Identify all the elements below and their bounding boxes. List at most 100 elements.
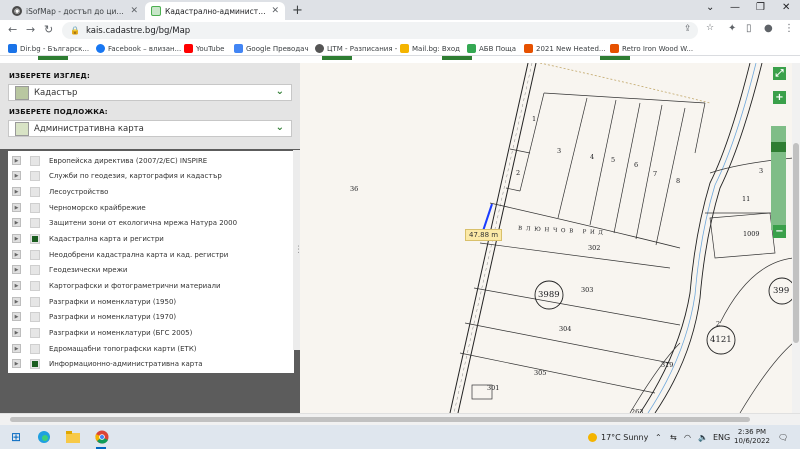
expand-icon[interactable]: ▶ — [12, 234, 21, 243]
file-explorer-icon[interactable] — [65, 429, 81, 445]
network-icon[interactable]: ⇆ — [670, 425, 677, 449]
back-icon[interactable]: ← — [8, 23, 17, 36]
reload-icon[interactable]: ↻ — [44, 23, 53, 36]
expand-icon[interactable]: ▶ — [12, 171, 21, 180]
chevron-down-icon[interactable]: ⌄ — [276, 86, 284, 97]
layer-checkbox[interactable] — [30, 186, 40, 197]
map-view[interactable]: 36 1 2 3 4 5 6 7 8 302 303 304 305 301 2… — [300, 63, 793, 413]
weather-widget[interactable]: 17°C Sunny — [588, 425, 648, 449]
layer-item[interactable]: ▶ Геодезически мрежи — [8, 262, 294, 277]
view-select[interactable]: Кадастър ⌄ — [8, 84, 292, 101]
menu-icon[interactable]: ⋮ — [784, 23, 794, 34]
expand-icon[interactable]: ▶ — [12, 156, 21, 165]
bookmark-item[interactable]: YouTube — [184, 42, 224, 55]
zoom-out-button[interactable]: − — [773, 225, 786, 238]
shop-icon — [610, 44, 619, 53]
chevron-down-icon[interactable]: ⌄ — [276, 122, 284, 133]
expand-icon[interactable]: ▶ — [12, 328, 21, 337]
layer-checkbox[interactable] — [30, 327, 40, 338]
layer-item[interactable]: ▶ Картографски и фотограметрични материал… — [8, 278, 294, 293]
profile-avatar-icon[interactable]: ● — [764, 23, 773, 34]
layer-checkbox[interactable] — [30, 170, 40, 181]
expand-icon[interactable]: ▶ — [12, 265, 21, 274]
layer-item[interactable]: ▶ Служби по геодезия, картография и кадас… — [8, 168, 294, 183]
bookmark-item[interactable]: ЦТМ - Разписания - — [315, 42, 397, 55]
vertical-scrollbar[interactable] — [792, 63, 800, 413]
expand-icon[interactable]: ▶ — [12, 250, 21, 259]
zoom-in-button[interactable]: + — [773, 91, 786, 104]
close-icon[interactable]: ✕ — [271, 6, 279, 16]
language-indicator[interactable]: ENG — [713, 425, 730, 449]
forward-icon[interactable]: → — [26, 23, 35, 36]
layer-checkbox[interactable] — [30, 280, 40, 291]
layer-item[interactable]: ▶ Разграфки и номенклатури (БГС 2005) — [8, 325, 294, 340]
expand-icon[interactable]: ▶ — [12, 312, 21, 321]
panel-splitter[interactable]: ⋮ — [293, 150, 303, 350]
bookmark-item[interactable]: АБВ Поща — [467, 42, 516, 55]
bookmark-item[interactable]: Dir.bg - Българск... — [8, 42, 89, 55]
tab-isofmap[interactable]: ◉ iSofMap - достъп до цифрови д ✕ — [6, 2, 144, 20]
layer-item[interactable]: ▶ Информационно-административна карта — [8, 356, 294, 371]
layer-checkbox[interactable] — [30, 264, 40, 275]
tray-overflow-icon[interactable]: ⌃ — [655, 425, 662, 449]
layer-checkbox[interactable] — [30, 202, 40, 213]
tab-search-icon[interactable]: ⌄ — [706, 2, 714, 13]
notifications-icon[interactable]: 🗨 — [778, 425, 788, 449]
expand-icon[interactable]: ▶ — [12, 359, 21, 368]
horizontal-scrollbar[interactable] — [0, 413, 800, 425]
volume-icon[interactable]: 🔈 — [698, 425, 708, 449]
start-icon[interactable]: ⊞ — [8, 429, 24, 445]
edge-icon[interactable] — [36, 429, 52, 445]
bookmark-item[interactable]: Retro Iron Wood W... — [610, 42, 693, 55]
expand-icon[interactable]: ▶ — [12, 218, 21, 227]
window-close-icon[interactable]: ✕ — [782, 2, 790, 13]
fullscreen-icon[interactable]: ⤢ — [773, 67, 786, 80]
wifi-icon[interactable]: ◠ — [684, 425, 691, 449]
expand-icon[interactable]: ▶ — [12, 203, 21, 212]
layer-item[interactable]: ▶ Разграфки и номенклатури (1970) — [8, 309, 294, 324]
share-icon[interactable]: ⇪ — [684, 24, 692, 34]
clock[interactable]: 2:36 PM 10/6/2022 — [730, 428, 774, 446]
expand-icon[interactable]: ▶ — [12, 344, 21, 353]
scrollbar-thumb[interactable] — [10, 417, 750, 422]
layer-item[interactable]: ▶ Лесоустройство — [8, 184, 294, 199]
layer-item[interactable]: ▶ Неодобрени кадастрална карта и кад. рег… — [8, 247, 294, 262]
layer-checkbox[interactable] — [30, 217, 40, 228]
scrollbar-thumb[interactable] — [793, 143, 799, 343]
base-layer-select[interactable]: Административна карта ⌄ — [8, 120, 292, 137]
bookmark-star-icon[interactable]: ☆ — [706, 23, 714, 33]
minimize-icon[interactable]: — — [730, 2, 740, 13]
side-panel-icon[interactable]: ▯ — [746, 23, 752, 34]
layer-item[interactable]: ▶ Черноморско крайбрежие — [8, 200, 294, 215]
bookmark-label: ЦТМ - Разписания - — [327, 44, 398, 53]
zoom-slider-thumb[interactable] — [771, 142, 786, 152]
layer-checkbox[interactable] — [30, 296, 40, 307]
layer-item[interactable]: ▶ Разграфки и номенклатури (1950) — [8, 294, 294, 309]
restore-icon[interactable]: ❐ — [756, 2, 765, 13]
layer-checkbox[interactable] — [30, 343, 40, 354]
layer-item[interactable]: ▶ Кадастрална карта и регистри — [8, 231, 294, 246]
map-favicon-icon — [151, 6, 161, 16]
expand-icon[interactable]: ▶ — [12, 281, 21, 290]
layer-item[interactable]: ▶ Едромащабни топографски карти (ЕТК) — [8, 341, 294, 356]
layer-checkbox[interactable] — [30, 358, 40, 369]
layer-checkbox[interactable] — [30, 311, 40, 322]
address-bar[interactable]: 🔒 kais.cadastre.bg/bg/Map ⇪ ☆ — [62, 22, 714, 39]
new-tab-icon[interactable]: + — [292, 3, 303, 18]
expand-icon[interactable]: ▶ — [12, 187, 21, 196]
bookmark-item[interactable]: Facebook – влизан... — [96, 42, 181, 55]
layer-checkbox[interactable] — [30, 233, 40, 244]
layer-item[interactable]: ▶ Европейска директива (2007/2/EC) INSPIR… — [8, 153, 294, 168]
layer-item[interactable]: ▶ Защитени зони от екологична мрежа Натур… — [8, 215, 294, 230]
bookmark-item[interactable]: Mail.bg: Вход — [400, 42, 460, 55]
extensions-icon[interactable]: ✦ — [728, 23, 736, 34]
tab-kais[interactable]: Кадастрално-административна ✕ — [145, 2, 285, 20]
close-icon[interactable]: ✕ — [130, 6, 138, 16]
view-label: ИЗБЕРЕТЕ ИЗГЛЕД: — [9, 72, 90, 80]
chrome-icon[interactable] — [94, 429, 110, 445]
bookmark-item[interactable]: Google Преводач — [234, 42, 309, 55]
expand-icon[interactable]: ▶ — [12, 297, 21, 306]
layer-checkbox[interactable] — [30, 155, 40, 166]
layer-checkbox[interactable] — [30, 249, 40, 260]
bookmark-item[interactable]: 2021 New Heated... — [524, 42, 606, 55]
